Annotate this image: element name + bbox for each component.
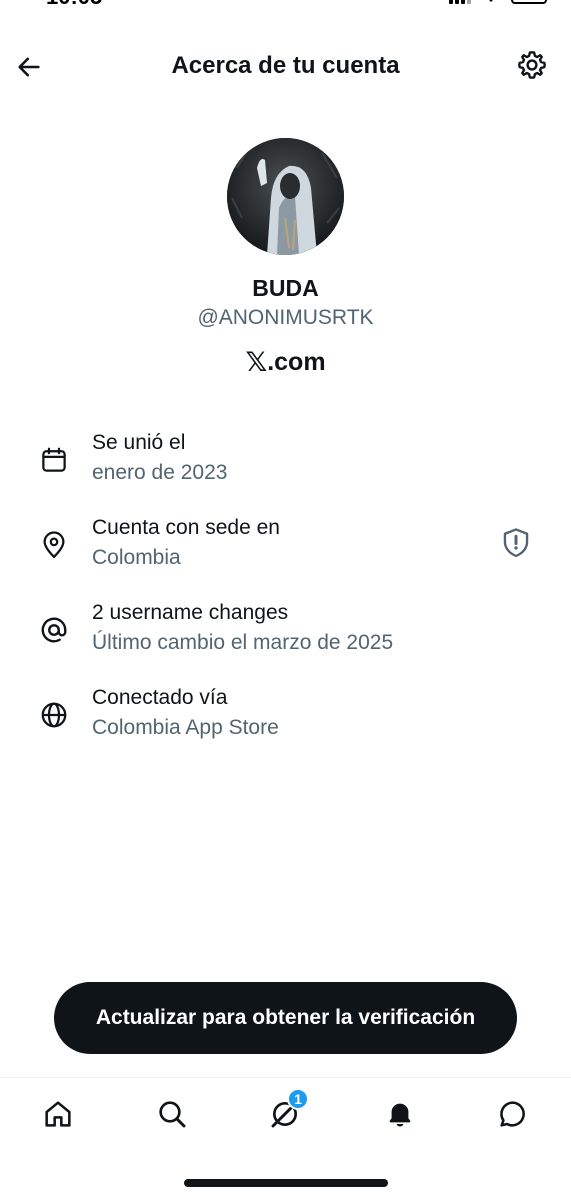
location-pin-icon bbox=[37, 528, 71, 562]
info-subtitle: enero de 2023 bbox=[92, 461, 228, 484]
nav-grok[interactable]: 1 bbox=[265, 1088, 309, 1134]
nav-notifications[interactable] bbox=[380, 1094, 420, 1134]
info-subtitle: Último cambio el marzo de 2025 bbox=[92, 631, 394, 654]
status-icons bbox=[449, 0, 547, 4]
wifi-icon bbox=[489, 0, 493, 2]
nav-home[interactable] bbox=[38, 1094, 78, 1134]
notification-badge: 1 bbox=[287, 1088, 309, 1110]
globe-icon bbox=[37, 698, 71, 732]
status-time: 10:05 bbox=[46, 0, 102, 8]
search-icon bbox=[159, 1101, 186, 1128]
display-name: BUDA bbox=[252, 275, 319, 301]
signal-icon bbox=[449, 0, 471, 4]
info-title: Cuenta con sede en bbox=[92, 516, 280, 539]
get-verified-button[interactable]: Actualizar para obtener la verificación bbox=[54, 982, 517, 1054]
home-icon bbox=[45, 1101, 71, 1127]
x-logo-icon: 𝕏 bbox=[245, 347, 268, 377]
info-title: 2 username changes bbox=[92, 601, 289, 624]
nav-search[interactable] bbox=[152, 1094, 192, 1134]
info-row-connected-via: Conectado vía Colombia App Store bbox=[0, 684, 571, 754]
page-title: Acerca de tu cuenta bbox=[171, 52, 400, 79]
status-bar: 10:05 bbox=[0, 0, 571, 12]
bell-icon bbox=[389, 1103, 411, 1127]
about-account-screen: 10:05 Acerca de tu cuenta bbox=[0, 0, 571, 1199]
avatar-image bbox=[227, 138, 344, 255]
info-title: Conectado vía bbox=[92, 686, 228, 709]
site-domain: 𝕏 .com bbox=[0, 346, 571, 378]
info-row-joined: Se unió el enero de 2023 bbox=[0, 429, 571, 499]
settings-button[interactable] bbox=[515, 48, 549, 82]
battery-icon bbox=[511, 0, 547, 4]
info-title: Se unió el bbox=[92, 431, 186, 454]
header: Acerca de tu cuenta bbox=[0, 36, 571, 96]
info-row-username-changes: 2 username changes Último cambio el marz… bbox=[0, 599, 571, 669]
shield-alert-icon bbox=[503, 528, 529, 558]
home-indicator bbox=[184, 1179, 388, 1187]
chat-bubble-icon bbox=[500, 1101, 525, 1127]
shield-alert-button[interactable] bbox=[501, 526, 531, 560]
info-row-location: Cuenta con sede en Colombia bbox=[0, 514, 571, 584]
at-sign-icon bbox=[37, 613, 71, 647]
gear-icon bbox=[518, 51, 546, 79]
avatar[interactable] bbox=[227, 138, 344, 255]
site-suffix: .com bbox=[267, 348, 326, 376]
info-subtitle: Colombia bbox=[92, 546, 181, 569]
calendar-icon bbox=[37, 443, 71, 477]
nav-messages[interactable] bbox=[493, 1094, 533, 1134]
username: @ANONIMUSRTK bbox=[197, 306, 374, 329]
info-subtitle: Colombia App Store bbox=[92, 716, 279, 739]
